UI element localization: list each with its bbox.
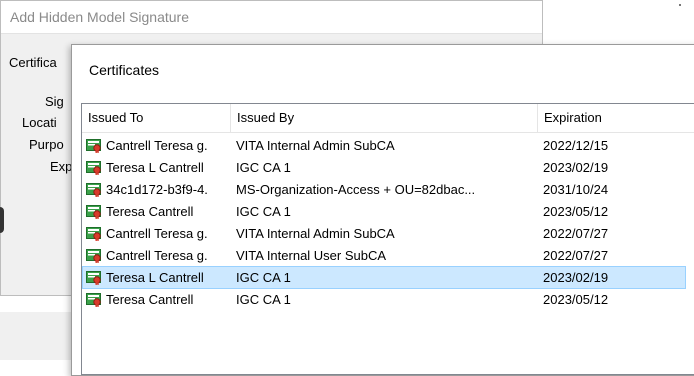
cell-expiration: 2022/07/27 xyxy=(543,248,609,263)
cell-issued-to: Cantrell Teresa g. xyxy=(106,138,208,153)
certificate-icon xyxy=(86,138,102,153)
cell-issued-by: VITA Internal User SubCA xyxy=(236,248,387,263)
dialog-title: Add Hidden Model Signature xyxy=(10,9,190,25)
cell-expiration: 2023/02/19 xyxy=(543,160,609,175)
cell-issued-to: 34c1d172-b3f9-4. xyxy=(106,182,208,197)
certificate-icon xyxy=(86,182,102,197)
background-panel xyxy=(0,312,80,360)
cell-expiration: 2023/05/12 xyxy=(543,292,609,307)
cell-expiration: 2022/12/15 xyxy=(543,138,609,153)
cell-issued-by: IGC CA 1 xyxy=(236,204,291,219)
table-row[interactable]: Teresa Cantrell IGC CA 1 2023/05/12 xyxy=(82,288,686,311)
signer-label: Sig xyxy=(45,94,64,109)
purpose-label: Purpo xyxy=(29,137,64,152)
certificate-icon xyxy=(86,204,102,219)
table-row[interactable]: Cantrell Teresa g. VITA Internal User Sub… xyxy=(82,244,686,267)
certificate-label: Certifica xyxy=(9,55,57,70)
column-header-expiration[interactable]: Expiration xyxy=(538,104,694,132)
background-control-edge xyxy=(0,207,4,233)
cell-issued-to: Teresa Cantrell xyxy=(106,292,194,307)
cell-issued-to: Teresa L Cantrell xyxy=(106,160,204,175)
certificate-icon xyxy=(86,292,102,307)
cell-issued-by: MS-Organization-Access + OU=82dbac... xyxy=(236,182,476,197)
table-row[interactable]: Teresa Cantrell IGC CA 1 2023/05/12 xyxy=(82,200,686,223)
table-row[interactable]: Cantrell Teresa g. VITA Internal Admin Su… xyxy=(82,134,686,157)
expiration-label: Exp xyxy=(50,159,73,174)
dialog-title-bar: Add Hidden Model Signature xyxy=(1,1,542,34)
cell-issued-to: Teresa L Cantrell xyxy=(106,270,204,285)
cell-issued-by: IGC CA 1 xyxy=(236,292,291,307)
cell-expiration: 2023/02/19 xyxy=(543,270,609,285)
cell-expiration: 2031/10/24 xyxy=(543,182,609,197)
certificates-dialog: Certificates Issued To Issued By Expirat… xyxy=(71,44,694,376)
cell-expiration: 2023/05/12 xyxy=(543,204,609,219)
cell-issued-to: Cantrell Teresa g. xyxy=(106,248,208,263)
table-row[interactable]: Teresa L Cantrell IGC CA 1 2023/02/19 xyxy=(82,156,686,179)
certificate-icon xyxy=(86,270,102,285)
cell-issued-to: Teresa Cantrell xyxy=(106,204,194,219)
location-label: Locati xyxy=(22,115,57,130)
cell-issued-by: IGC CA 1 xyxy=(236,160,291,175)
certificates-list[interactable]: Issued To Issued By Expiration Cantrell … xyxy=(81,103,694,375)
cell-expiration: 2022/07/27 xyxy=(543,226,609,241)
table-row[interactable]: 34c1d172-b3f9-4. MS-Organization-Access +… xyxy=(82,178,686,201)
list-header: Issued To Issued By Expiration xyxy=(82,104,694,133)
certificate-icon xyxy=(86,226,102,241)
cell-issued-by: VITA Internal Admin SubCA xyxy=(236,226,395,241)
cell-issued-to: Cantrell Teresa g. xyxy=(106,226,208,241)
certificates-title: Certificates xyxy=(89,62,160,78)
table-row[interactable]: Cantrell Teresa g. VITA Internal Admin Su… xyxy=(82,222,686,245)
certificate-icon xyxy=(86,160,102,175)
column-header-issued-to[interactable]: Issued To xyxy=(82,104,231,132)
table-row[interactable]: Teresa L Cantrell IGC CA 1 2023/02/19 xyxy=(82,266,686,289)
background-window-edge xyxy=(679,4,681,6)
cell-issued-by: IGC CA 1 xyxy=(236,270,291,285)
column-header-issued-by[interactable]: Issued By xyxy=(231,104,538,132)
certificate-icon xyxy=(86,248,102,263)
cell-issued-by: VITA Internal Admin SubCA xyxy=(236,138,395,153)
